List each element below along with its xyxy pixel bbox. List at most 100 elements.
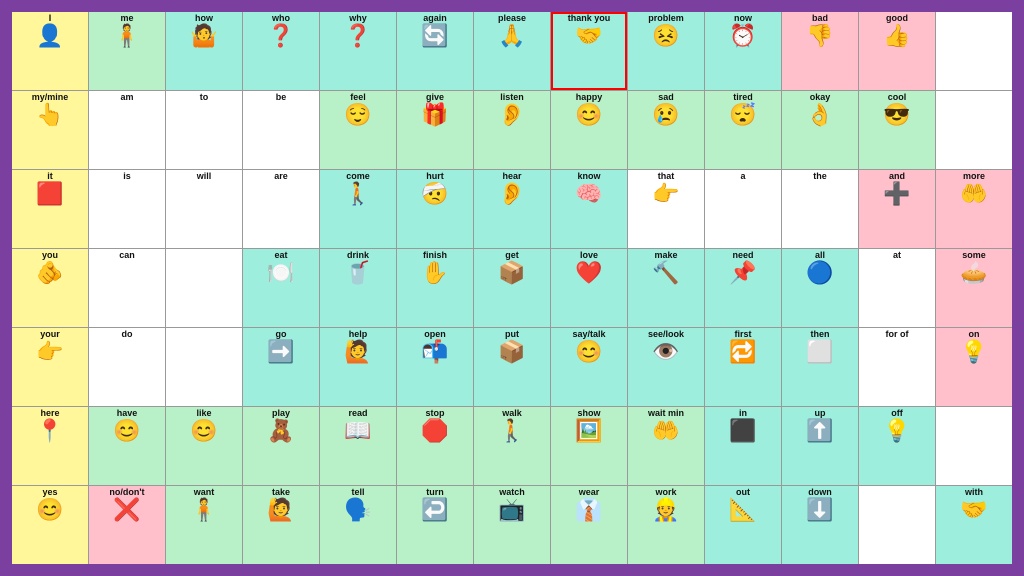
cell-77[interactable] [936,407,1012,485]
cell-with[interactable]: with🤝 [936,486,1012,564]
cell-first[interactable]: first🔁 [705,328,781,406]
cell-your[interactable]: your👉 [12,328,88,406]
cell-drink[interactable]: drink🥤 [320,249,396,327]
cell-bad[interactable]: bad👎 [782,12,858,90]
cell-make[interactable]: make🔨 [628,249,704,327]
cell-off[interactable]: off💡 [859,407,935,485]
cell-read[interactable]: read📖 [320,407,396,485]
cell-some[interactable]: some🥧 [936,249,1012,327]
cell-at[interactable]: at [859,249,935,327]
cell-go[interactable]: go➡️ [243,328,319,406]
cell-watch[interactable]: watch📺 [474,486,550,564]
cell-can[interactable]: can [89,249,165,327]
cell-is[interactable]: is [89,170,165,248]
cell-now[interactable]: now⏰ [705,12,781,90]
cell-cool[interactable]: cool😎 [859,91,935,169]
cell-take[interactable]: take🙋 [243,486,319,564]
cell-label: please [498,14,526,24]
cell-for-of[interactable]: for of [859,328,935,406]
cell-problem[interactable]: problem😣 [628,12,704,90]
cell-icon: 🤲 [960,183,987,205]
cell-down[interactable]: down⬇️ [782,486,858,564]
cell-am[interactable]: am [89,91,165,169]
cell-come[interactable]: come🚶 [320,170,396,248]
cell-no-don-t[interactable]: no/don't❌ [89,486,165,564]
cell-25[interactable] [936,91,1012,169]
cell-icon: 🤕 [421,183,448,205]
cell-label: okay [810,93,831,103]
cell-thank-you[interactable]: thank you🤝 [551,12,627,90]
cell-get[interactable]: get📦 [474,249,550,327]
cell-label: go [276,330,287,340]
cell-yes[interactable]: yes😊 [12,486,88,564]
cell-play[interactable]: play🧸 [243,407,319,485]
cell-54[interactable] [166,328,242,406]
cell-hurt[interactable]: hurt🤕 [397,170,473,248]
cell-on[interactable]: on💡 [936,328,1012,406]
cell-why[interactable]: why❓ [320,12,396,90]
cell-label: take [272,488,290,498]
cell-and[interactable]: and➕ [859,170,935,248]
cell-here[interactable]: here📍 [12,407,88,485]
cell-give[interactable]: give🎁 [397,91,473,169]
cell-like[interactable]: like😊 [166,407,242,485]
cell-do[interactable]: do [89,328,165,406]
cell-icon: 🤝 [575,25,602,47]
cell-walk[interactable]: walk🚶 [474,407,550,485]
cell-wait-min[interactable]: wait min🤲 [628,407,704,485]
cell-who[interactable]: who❓ [243,12,319,90]
cell-show[interactable]: show🖼️ [551,407,627,485]
cell-more[interactable]: more🤲 [936,170,1012,248]
cell-have[interactable]: have😊 [89,407,165,485]
cell-you[interactable]: you🫵 [12,249,88,327]
cell-up[interactable]: up⬆️ [782,407,858,485]
cell-know[interactable]: know🧠 [551,170,627,248]
cell-that[interactable]: that👉 [628,170,704,248]
cell-me[interactable]: me🧍 [89,12,165,90]
cell-tell[interactable]: tell🗣️ [320,486,396,564]
cell-how[interactable]: how🤷 [166,12,242,90]
cell-in[interactable]: in⬛ [705,407,781,485]
cell-see-look[interactable]: see/look👁️ [628,328,704,406]
cell-to[interactable]: to [166,91,242,169]
cell-feel[interactable]: feel😌 [320,91,396,169]
cell-love[interactable]: love❤️ [551,249,627,327]
cell-need[interactable]: need📌 [705,249,781,327]
cell-help[interactable]: help🙋 [320,328,396,406]
cell-it[interactable]: it🟥 [12,170,88,248]
cell-label: more [963,172,985,182]
cell-wear[interactable]: wear👔 [551,486,627,564]
cell-will[interactable]: will [166,170,242,248]
cell-finish[interactable]: finish✋ [397,249,473,327]
cell-a[interactable]: a [705,170,781,248]
cell-stop[interactable]: stop🛑 [397,407,473,485]
cell-put[interactable]: put📦 [474,328,550,406]
cell-listen[interactable]: listen👂 [474,91,550,169]
cell-turn[interactable]: turn↩️ [397,486,473,564]
cell-tired[interactable]: tired😴 [705,91,781,169]
cell-again[interactable]: again🔄 [397,12,473,90]
cell-all[interactable]: all🔵 [782,249,858,327]
cell-label: can [119,251,135,261]
cell-work[interactable]: work👷 [628,486,704,564]
cell-be[interactable]: be [243,91,319,169]
cell-my-mine[interactable]: my/mine👆 [12,91,88,169]
cell-eat[interactable]: eat🍽️ [243,249,319,327]
cell-hear[interactable]: hear👂 [474,170,550,248]
cell-are[interactable]: are [243,170,319,248]
cell-please[interactable]: please🙏 [474,12,550,90]
cell-41[interactable] [166,249,242,327]
cell-good[interactable]: good👍 [859,12,935,90]
cell-I[interactable]: I👤 [12,12,88,90]
cell-the[interactable]: the [782,170,858,248]
cell-say-talk[interactable]: say/talk😊 [551,328,627,406]
cell-89[interactable] [859,486,935,564]
cell-okay[interactable]: okay👌 [782,91,858,169]
cell-want[interactable]: want🧍 [166,486,242,564]
cell-then[interactable]: then⬜ [782,328,858,406]
cell-sad[interactable]: sad😢 [628,91,704,169]
cell-open[interactable]: open📬 [397,328,473,406]
cell-happy[interactable]: happy😊 [551,91,627,169]
cell-12[interactable] [936,12,1012,90]
cell-out[interactable]: out📐 [705,486,781,564]
